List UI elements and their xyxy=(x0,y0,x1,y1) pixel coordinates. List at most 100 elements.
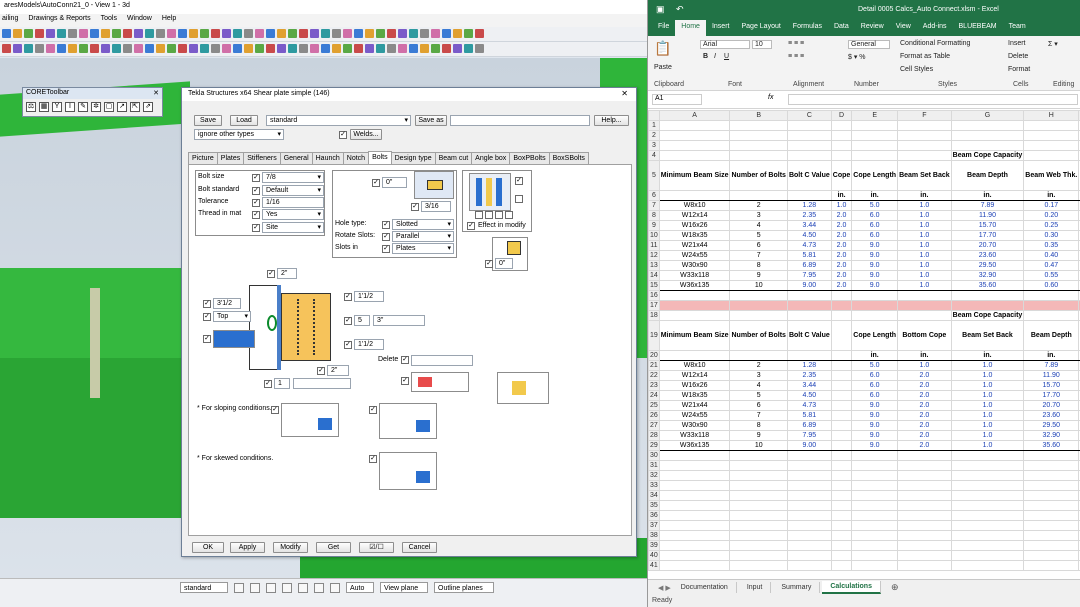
column-header[interactable]: C xyxy=(786,110,832,121)
toolbar-tool-icon[interactable] xyxy=(376,44,385,53)
sloping-picture-1[interactable] xyxy=(281,403,339,437)
sheet-cell[interactable]: Number of Bolts xyxy=(729,320,788,351)
toolbar-tool-icon[interactable] xyxy=(156,44,165,53)
sheet-cell[interactable] xyxy=(851,480,899,491)
toolbar-tool-icon[interactable] xyxy=(200,29,209,38)
sheet-cell[interactable]: W24x55 xyxy=(658,410,731,421)
sheet-cell[interactable]: in. xyxy=(897,190,952,201)
slots-in-select[interactable]: Plates xyxy=(392,243,454,254)
sheet-cell[interactable]: 3.44 xyxy=(786,380,832,391)
sheet-cell[interactable] xyxy=(830,560,853,571)
sheet-cell[interactable]: 0.20 xyxy=(1023,210,1080,221)
text-icon[interactable]: I xyxy=(65,102,75,112)
bolt-pattern-checkbox[interactable]: ✓ xyxy=(203,335,211,343)
tab-team[interactable]: Team xyxy=(1003,20,1032,36)
toolbar-tool-icon[interactable] xyxy=(365,44,374,53)
sheet-cell[interactable]: 32.90 xyxy=(950,270,1025,281)
toolbar-tool-icon[interactable] xyxy=(90,44,99,53)
toolbar-tool-icon[interactable] xyxy=(387,29,396,38)
sheet-cell[interactable] xyxy=(1023,310,1080,321)
sheet-cell[interactable] xyxy=(658,350,731,361)
sheet-cell[interactable] xyxy=(729,520,788,531)
row-header[interactable]: 14 xyxy=(648,270,660,281)
sheet-cell[interactable]: 2.35 xyxy=(786,370,832,381)
sheet-cell[interactable] xyxy=(786,520,832,531)
outline-planes-select[interactable]: Outline planes xyxy=(434,582,494,593)
sheet-cell[interactable]: Beam Set Back xyxy=(897,160,952,191)
sheet-cell[interactable] xyxy=(950,500,1025,511)
toolbar-tool-icon[interactable] xyxy=(178,44,187,53)
sheet-cell[interactable]: 35.60 xyxy=(1023,440,1080,451)
toolbar-tool-icon[interactable] xyxy=(420,29,429,38)
row-header[interactable]: 37 xyxy=(648,520,660,531)
toolbar-tool-icon[interactable] xyxy=(145,29,154,38)
row-header[interactable]: 22 xyxy=(648,370,660,381)
sheet-cell[interactable]: W33x118 xyxy=(658,270,731,281)
sheet-cell[interactable]: 0.30 xyxy=(1023,230,1080,241)
sheet-cell[interactable] xyxy=(830,350,853,361)
toolbar-tool-icon[interactable] xyxy=(134,44,143,53)
sheet-cell[interactable]: 0.40 xyxy=(1023,250,1080,261)
save-as-input[interactable] xyxy=(450,115,590,126)
sheet-cell[interactable]: in. xyxy=(950,350,1025,361)
sheet-cell[interactable] xyxy=(1023,550,1080,561)
sheet-cell[interactable] xyxy=(851,560,899,571)
sheet-cell[interactable]: 1.0 xyxy=(897,360,952,371)
sheet-cell[interactable]: 6.0 xyxy=(851,230,899,241)
sheet-tab-calculations[interactable]: Calculations xyxy=(822,581,881,594)
effect-checkbox-4[interactable] xyxy=(485,211,493,219)
grid-icon[interactable]: ▦ xyxy=(39,102,49,112)
sheet-cell[interactable]: 5.81 xyxy=(786,250,832,261)
sheet-cell[interactable] xyxy=(786,460,832,471)
snap-icon[interactable] xyxy=(234,582,244,593)
snap-icon[interactable] xyxy=(266,582,276,593)
sheet-cell[interactable] xyxy=(897,490,952,501)
save-button[interactable]: Save xyxy=(194,115,222,126)
sheet-cell[interactable] xyxy=(658,490,731,501)
sheet-cell[interactable] xyxy=(830,530,853,541)
sheet-cell[interactable] xyxy=(897,290,952,301)
insert-cells-button[interactable]: Insert xyxy=(1008,40,1026,47)
sloping-picture-2[interactable] xyxy=(379,403,437,439)
filter-icon[interactable]: Y xyxy=(52,102,62,112)
get-button[interactable]: Get xyxy=(316,542,351,553)
toolbar-tool-icon[interactable] xyxy=(189,44,198,53)
row-header[interactable]: 1 xyxy=(648,120,660,131)
sloping-checkbox-1[interactable]: ✓ xyxy=(271,406,279,414)
column-header[interactable]: G xyxy=(950,110,1025,121)
tab-bolts[interactable]: Bolts xyxy=(368,151,392,164)
toolbar-tool-icon[interactable] xyxy=(409,29,418,38)
sheet-cell[interactable] xyxy=(729,140,788,151)
row-header[interactable]: 10 xyxy=(648,230,660,241)
save-icon[interactable]: ▣ xyxy=(656,4,665,15)
sheet-cell[interactable] xyxy=(729,300,788,311)
sheet-cell[interactable] xyxy=(1023,300,1080,311)
tab-beam-cut[interactable]: Beam cut xyxy=(434,152,473,164)
sheet-cell[interactable] xyxy=(1023,470,1080,481)
snap-icon[interactable] xyxy=(330,582,340,593)
sheet-cell[interactable]: 2.0 xyxy=(830,260,853,271)
menu-item-drawings-reports[interactable]: Drawings & Reports xyxy=(28,15,90,26)
toolbar-tool-icon[interactable] xyxy=(145,44,154,53)
sheet-cell[interactable] xyxy=(1023,130,1080,141)
sheet-cell[interactable] xyxy=(830,320,853,351)
row-header[interactable]: 19 xyxy=(648,320,660,351)
sheet-cell[interactable] xyxy=(786,560,832,571)
tab-boxpbolts[interactable]: BoxPBolts xyxy=(509,152,550,164)
open-icon[interactable]: ⇗ xyxy=(143,102,153,112)
sheet-cell[interactable]: Cope Length xyxy=(851,160,899,191)
toolbar-tool-icon[interactable] xyxy=(101,44,110,53)
dim-one-input[interactable]: 1 xyxy=(274,378,290,389)
sheet-cell[interactable] xyxy=(786,300,832,311)
preset-status-select[interactable]: standard xyxy=(180,582,228,593)
add-sheet-icon[interactable]: ⊕ xyxy=(891,582,899,593)
sheet-cell[interactable]: 2.35 xyxy=(786,210,832,221)
sheet-cell[interactable] xyxy=(1023,560,1080,571)
row-header[interactable]: 8 xyxy=(648,210,660,221)
row-header[interactable]: 6 xyxy=(648,190,660,201)
tab-add-ins[interactable]: Add-ins xyxy=(917,20,953,36)
sheet-cell[interactable] xyxy=(658,530,731,541)
sheet-cell[interactable]: 4.73 xyxy=(786,240,832,251)
sheet-cell[interactable]: 1.0 xyxy=(950,360,1025,371)
sheet-cell[interactable] xyxy=(897,450,952,461)
